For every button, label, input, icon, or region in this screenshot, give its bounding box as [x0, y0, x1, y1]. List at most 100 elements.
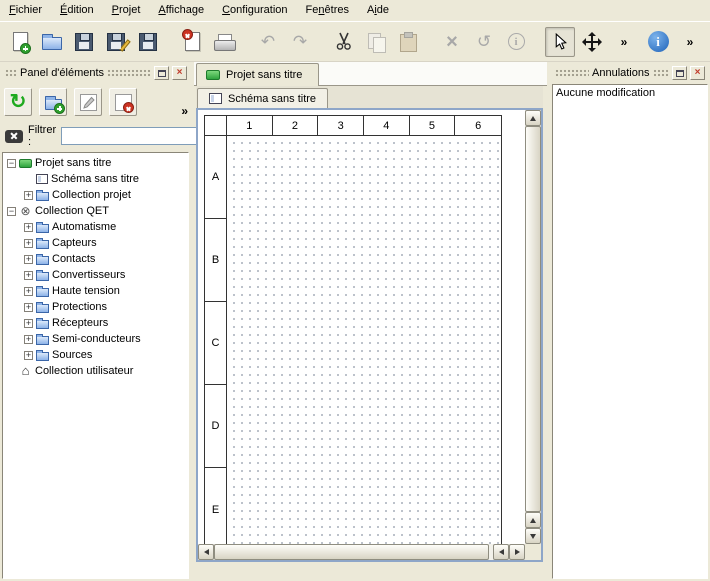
- undo-button[interactable]: ↶: [253, 27, 283, 57]
- paste-button[interactable]: [393, 27, 423, 57]
- scroll-left-button-2[interactable]: [493, 544, 509, 560]
- tree-item-automatisme[interactable]: + Automatisme: [3, 219, 188, 235]
- new-element-button[interactable]: [39, 88, 67, 116]
- tree-item-capteurs[interactable]: + Capteurs: [3, 235, 188, 251]
- delete-button[interactable]: ×: [437, 27, 467, 57]
- tree-item-contacts[interactable]: + Contacts: [3, 251, 188, 267]
- tab-projet-sans-titre[interactable]: Projet sans titre: [196, 63, 319, 86]
- tree-item-semi-conducteurs[interactable]: + Semi-conducteurs: [3, 331, 188, 347]
- panel-overflow-button[interactable]: »: [181, 104, 188, 118]
- expander-icon[interactable]: +: [24, 303, 33, 312]
- rotate-button[interactable]: ↺: [469, 27, 499, 57]
- edit-element-button[interactable]: [74, 88, 102, 116]
- tree-item-protections[interactable]: + Protections: [3, 299, 188, 315]
- cut-button[interactable]: [329, 27, 359, 57]
- dock-grip[interactable]: [107, 69, 151, 77]
- tab-schema-sans-titre[interactable]: Schéma sans titre: [197, 88, 328, 108]
- about-button[interactable]: i: [643, 27, 673, 57]
- dock-grip[interactable]: [653, 69, 670, 77]
- expander-icon[interactable]: −: [7, 207, 16, 216]
- expander-icon[interactable]: +: [24, 351, 33, 360]
- tree-item-collection-utilisateur[interactable]: ⌂ Collection utilisateur: [3, 363, 188, 379]
- elements-panel-titlebar[interactable]: Panel d'éléments ×: [2, 64, 190, 82]
- menu-item-projet[interactable]: Projet: [103, 0, 150, 21]
- tree-item-projet-sans-titre[interactable]: − Projet sans titre: [3, 155, 188, 171]
- mdi-area: Projet sans titre Schéma sans titre 1 2 …: [194, 62, 547, 581]
- plus-badge-icon: [54, 103, 65, 114]
- tree-item-sources[interactable]: + Sources: [3, 347, 188, 363]
- scroll-left-button[interactable]: [198, 544, 214, 560]
- tree-item-recepteurs[interactable]: + Récepteurs: [3, 315, 188, 331]
- pad-icon: [80, 94, 97, 111]
- save-all-button[interactable]: [133, 27, 163, 57]
- vertical-scroll-thumb[interactable]: [525, 126, 541, 512]
- move-tool-button[interactable]: [577, 27, 607, 57]
- save-as-button[interactable]: [101, 27, 131, 57]
- menu-item-configuration[interactable]: Configuration: [213, 0, 296, 21]
- diagram-viewport: 1 2 3 4 5 6 A B C D E: [196, 108, 543, 562]
- save-button[interactable]: [69, 27, 99, 57]
- tree-item-convertisseurs[interactable]: + Convertisseurs: [3, 267, 188, 283]
- reload-collections-button[interactable]: ↻: [4, 88, 32, 116]
- new-project-button[interactable]: [5, 27, 35, 57]
- expander-icon[interactable]: +: [24, 239, 33, 248]
- delete-element-button[interactable]: [109, 88, 137, 116]
- redo-button[interactable]: ↷: [285, 27, 315, 57]
- float-button[interactable]: [154, 66, 169, 80]
- info-button[interactable]: i: [501, 27, 531, 57]
- project-tab-label: Projet sans titre: [226, 69, 302, 81]
- expander-icon[interactable]: +: [24, 319, 33, 328]
- filter-input[interactable]: [61, 127, 209, 145]
- help-toolbar-overflow-button[interactable]: »: [675, 27, 705, 57]
- scroll-up-button-2[interactable]: [525, 512, 541, 528]
- menu-item-aide[interactable]: Aide: [358, 0, 398, 21]
- horizontal-scroll-thumb[interactable]: [214, 544, 489, 560]
- dock-grip[interactable]: [555, 69, 589, 77]
- open-project-button[interactable]: [37, 27, 67, 57]
- expander-icon[interactable]: +: [24, 255, 33, 264]
- tree-item-schema-sans-titre[interactable]: Schéma sans titre: [3, 171, 188, 187]
- scroll-right-button[interactable]: [509, 544, 525, 560]
- close-button[interactable]: ×: [690, 66, 705, 80]
- menu-item-affichage[interactable]: Affichage: [149, 0, 213, 21]
- vertical-scrollbar[interactable]: [525, 110, 541, 544]
- tree-item-haute-tension[interactable]: + Haute tension: [3, 283, 188, 299]
- close-file-button[interactable]: [177, 27, 207, 57]
- copy-button[interactable]: [361, 27, 391, 57]
- undo-panel-titlebar[interactable]: Annulations ×: [552, 64, 708, 82]
- float-icon: [676, 70, 684, 77]
- elements-panel: Panel d'éléments × ↻ » Filtrer :: [0, 62, 192, 581]
- menu-item-edition[interactable]: Édition: [51, 0, 103, 21]
- expander-icon[interactable]: +: [24, 335, 33, 344]
- tree-item-collection-qet[interactable]: − ⊗ Collection QET: [3, 203, 188, 219]
- float-button[interactable]: [672, 66, 687, 80]
- grid-dots[interactable]: [227, 136, 501, 544]
- clear-filter-icon[interactable]: [5, 130, 23, 143]
- schema-tab-label: Schéma sans titre: [228, 93, 316, 105]
- close-button[interactable]: ×: [172, 66, 187, 80]
- overflow-icon: »: [687, 35, 694, 49]
- column-header: 4: [364, 116, 410, 135]
- dock-grip[interactable]: [5, 69, 17, 77]
- expander-icon[interactable]: +: [24, 223, 33, 232]
- expander-icon[interactable]: −: [7, 159, 16, 168]
- expander-icon[interactable]: +: [24, 191, 33, 200]
- folder-icon: [36, 240, 49, 249]
- tree-item-collection-projet[interactable]: + Collection projet: [3, 187, 188, 203]
- expander-icon[interactable]: +: [24, 271, 33, 280]
- toolbar-overflow-button[interactable]: »: [609, 27, 639, 57]
- scroll-down-button[interactable]: [525, 528, 541, 544]
- print-button[interactable]: [209, 27, 239, 57]
- menu-item-fenetres[interactable]: Fenêtres: [297, 0, 358, 21]
- menu-item-fichier[interactable]: Fichier: [0, 0, 51, 21]
- undo-history-item[interactable]: Aucune modification: [553, 85, 707, 101]
- expander-icon[interactable]: +: [24, 287, 33, 296]
- diagram-canvas[interactable]: 1 2 3 4 5 6 A B C D E: [204, 115, 502, 544]
- horizontal-scrollbar[interactable]: [198, 544, 525, 560]
- filter-row: Filtrer :: [5, 126, 187, 146]
- main-toolbar: ↶ ↷ × ↺ i » i »: [0, 22, 710, 62]
- scroll-up-button[interactable]: [525, 110, 541, 126]
- floppy-icon: [75, 33, 93, 51]
- select-tool-button[interactable]: [545, 27, 575, 57]
- diagram-scene[interactable]: 1 2 3 4 5 6 A B C D E: [198, 110, 525, 544]
